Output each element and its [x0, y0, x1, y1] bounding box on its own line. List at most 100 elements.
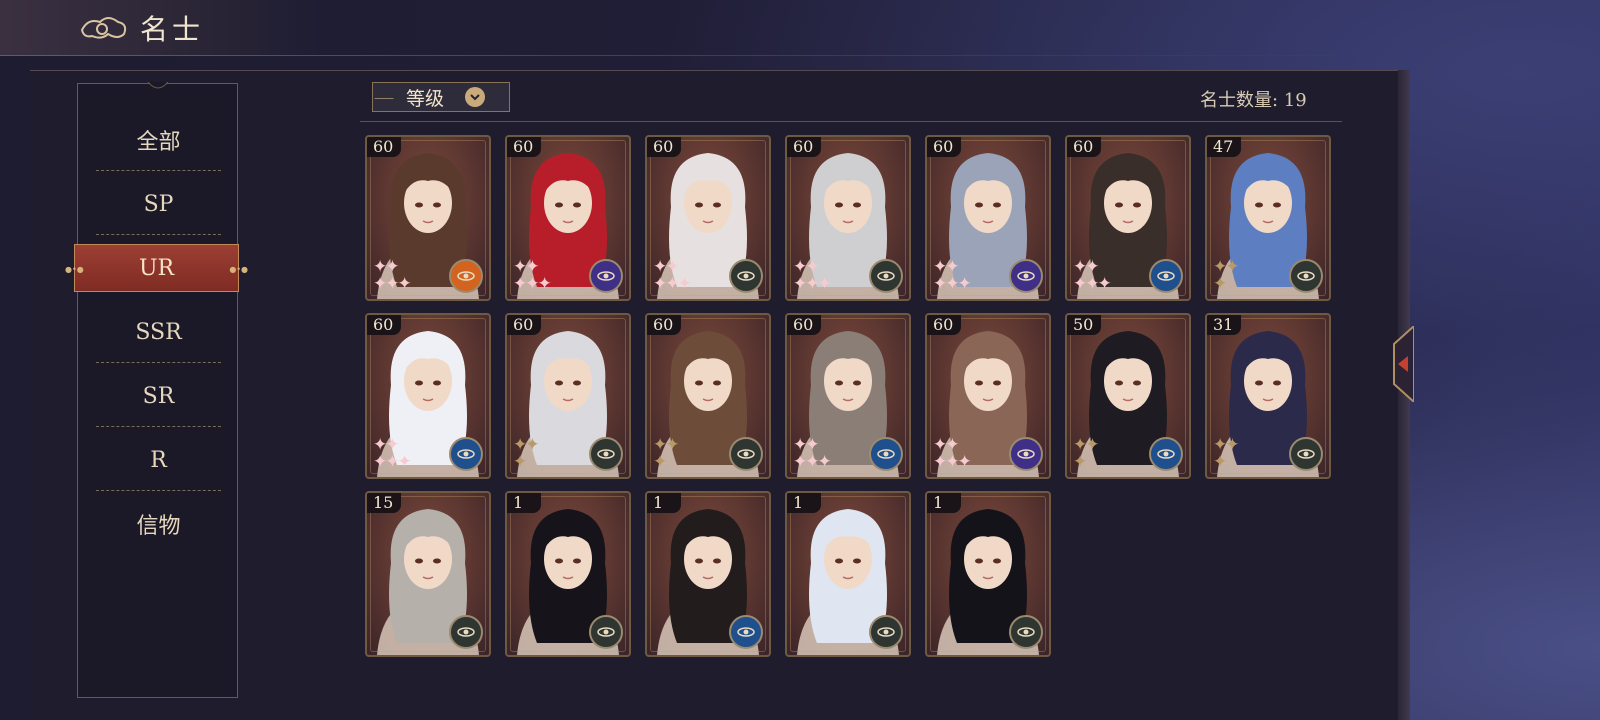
- star-icon: ✦: [537, 274, 552, 294]
- star-icon: ✦: [373, 274, 387, 294]
- hero-card[interactable]: 31 ✦✦ ✦: [1205, 313, 1331, 479]
- hero-card[interactable]: 60 ✦✦ ✦✦✦: [1065, 135, 1191, 301]
- level-badge: 60: [367, 137, 401, 157]
- star-icon: ✦: [653, 452, 667, 472]
- star-icon: ✦: [1073, 452, 1087, 472]
- grid-divider: [360, 121, 1342, 122]
- star-icon: ✦: [385, 452, 399, 472]
- hero-card[interactable]: 1: [505, 491, 631, 657]
- level-badge: 47: [1207, 137, 1241, 157]
- level-badge: 60: [927, 137, 961, 157]
- star-icon: ✦: [677, 274, 692, 294]
- sort-dropdown[interactable]: ⸺ 等级: [372, 82, 510, 112]
- star-rating: ✦✦ ✦✦✦: [933, 437, 972, 472]
- level-badge: 60: [647, 137, 681, 157]
- faction-emblem-icon: [449, 615, 483, 649]
- hero-card[interactable]: 47 ✦✦ ✦: [1205, 135, 1331, 301]
- star-icon: ✦: [397, 452, 412, 472]
- hero-card[interactable]: 60 ✦✦ ✦✦✦: [645, 135, 771, 301]
- star-icon: ✦: [945, 452, 959, 472]
- level-badge: 1: [927, 493, 961, 513]
- sort-label: 等级: [405, 87, 444, 110]
- hero-card[interactable]: 60 ✦✦ ✦: [505, 313, 631, 479]
- page-header: 名士: [0, 0, 320, 56]
- header-divider: [0, 55, 1400, 56]
- level-badge: 1: [647, 493, 681, 513]
- sidebar-item-r[interactable]: R: [78, 436, 239, 484]
- star-icon: ✦: [1225, 257, 1239, 277]
- sidebar-item-sr[interactable]: SR: [78, 372, 239, 420]
- faction-emblem-icon: [1009, 259, 1043, 293]
- level-badge: 15: [367, 493, 401, 513]
- star-icon: ✦: [957, 274, 972, 294]
- star-icon: ✦: [805, 452, 819, 472]
- sidebar-item-sp[interactable]: SP: [78, 180, 239, 228]
- star-icon: ✦: [665, 435, 679, 455]
- cloud-ornament-icon: [80, 17, 127, 39]
- star-rating: ✦✦ ✦✦✦: [373, 437, 412, 472]
- star-icon: ✦: [653, 274, 667, 294]
- divider: [96, 234, 221, 235]
- star-icon: ✦: [933, 274, 947, 294]
- level-badge: 60: [927, 315, 961, 335]
- hero-card[interactable]: 60 ✦✦ ✦✦✦: [505, 135, 631, 301]
- faction-emblem-icon: [1149, 437, 1183, 471]
- star-rating: ✦✦ ✦: [513, 435, 540, 471]
- ornament-dots: ●•●: [229, 265, 248, 274]
- hero-card[interactable]: 1: [785, 491, 911, 657]
- star-icon: ✦: [1213, 274, 1227, 294]
- hero-card[interactable]: 50 ✦✦ ✦: [1065, 313, 1191, 479]
- hero-card[interactable]: 60 ✦✦ ✦✦✦: [785, 135, 911, 301]
- hero-card[interactable]: 60 ✦✦ ✦✦✦: [365, 313, 491, 479]
- star-icon: ✦: [525, 435, 539, 455]
- star-icon: ✦: [793, 274, 807, 294]
- level-badge: 1: [507, 493, 541, 513]
- page-title: 名士: [140, 13, 205, 46]
- star-icon: ✦: [665, 274, 679, 294]
- faction-emblem-icon: [589, 615, 623, 649]
- hero-card[interactable]: 60 ✦✦ ✦✦✦: [925, 313, 1051, 479]
- rarity-filter-sidebar: 全部 SP ●•● UR ●•● SSR SR R 信物: [65, 82, 248, 698]
- star-rating: ✦✦ ✦✦✦: [653, 259, 692, 294]
- hero-card[interactable]: 60 ✦✦ ✦: [645, 313, 771, 479]
- hero-card[interactable]: 60 ✦✦ ✦✦✦: [785, 313, 911, 479]
- star-icon: ✦: [525, 274, 539, 294]
- chevron-down-icon: [465, 87, 485, 107]
- hero-card[interactable]: 1: [925, 491, 1051, 657]
- hero-card[interactable]: 60 ✦✦ ✦✦✦: [925, 135, 1051, 301]
- faction-emblem-icon: [729, 615, 763, 649]
- hero-card[interactable]: 15: [365, 491, 491, 657]
- faction-emblem-icon: [869, 615, 903, 649]
- star-rating: ✦✦ ✦✦✦: [933, 259, 972, 294]
- star-icon: ✦: [1085, 435, 1099, 455]
- level-badge: 50: [1067, 315, 1101, 335]
- sidebar-item-tokens[interactable]: 信物: [78, 500, 239, 548]
- faction-emblem-icon: [729, 259, 763, 293]
- faction-emblem-icon: [589, 259, 623, 293]
- faction-emblem-icon: [449, 259, 483, 293]
- ornament-icon: ⸺: [373, 90, 395, 105]
- star-rating: ✦✦ ✦: [1073, 435, 1100, 472]
- faction-emblem-icon: [869, 437, 903, 471]
- hero-card[interactable]: 60 ✦✦ ✦✦✦: [365, 135, 491, 301]
- sidebar-item-all[interactable]: 全部: [78, 116, 239, 164]
- level-badge: 60: [367, 315, 401, 335]
- hero-card[interactable]: 1: [645, 491, 771, 657]
- star-icon: ✦: [1213, 452, 1227, 472]
- sidebar-item-ssr[interactable]: SSR: [78, 308, 239, 356]
- star-icon: ✦: [933, 452, 947, 472]
- divider: [96, 426, 221, 427]
- faction-emblem-icon: [1289, 259, 1323, 293]
- level-badge: 60: [787, 315, 821, 335]
- star-rating: ✦✦ ✦✦✦: [793, 437, 832, 472]
- collapse-arrow-icon[interactable]: [1380, 326, 1414, 402]
- faction-emblem-icon: [1289, 437, 1323, 471]
- level-badge: 1: [787, 493, 821, 513]
- star-icon: ✦: [793, 452, 807, 472]
- star-icon: ✦: [817, 452, 832, 472]
- level-badge: 60: [1067, 137, 1101, 157]
- sidebar-item-ur[interactable]: ●•● UR ●•●: [65, 244, 248, 292]
- star-rating: ✦✦ ✦: [1213, 437, 1240, 472]
- star-icon: ✦: [1073, 274, 1087, 294]
- faction-emblem-icon: [589, 437, 623, 471]
